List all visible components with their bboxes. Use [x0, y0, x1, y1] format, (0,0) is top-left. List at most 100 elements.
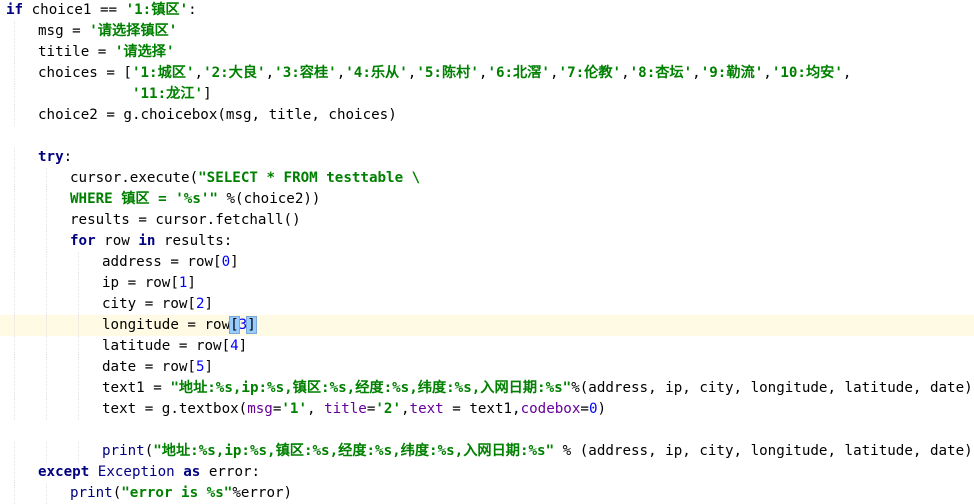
indent-guide — [14, 378, 16, 399]
code-line[interactable]: cursor.execute("SELECT * FROM testtable … — [0, 168, 974, 189]
code-line-content: msg = '请选择镇区' — [38, 21, 177, 42]
code-text: results = cursor.fetchall() — [70, 212, 301, 228]
string-literal: '10:均安' — [771, 65, 843, 81]
code-text: ( — [144, 443, 154, 459]
code-line[interactable]: for row in results: — [0, 231, 974, 252]
string-literal: '请选择镇区' — [89, 23, 178, 39]
code-line[interactable]: msg = '请选择镇区' — [0, 21, 974, 42]
string-literal: '1:城区' — [131, 65, 195, 81]
code-text: text = g.textbox( — [102, 401, 248, 417]
code-line[interactable]: text1 = "地址:%s,ip:%s,镇区:%s,经度:%s,纬度:%s,入… — [0, 378, 974, 399]
code-line-content: try: — [38, 147, 72, 168]
code-text: %error) — [232, 485, 293, 501]
indent-guide — [14, 42, 16, 63]
indent-guide — [14, 210, 16, 231]
code-text: , — [194, 65, 204, 81]
code-line[interactable]: print("地址:%s,ip:%s,镇区:%s,经度:%s,纬度:%s,入网日… — [0, 441, 974, 462]
code-text: ] — [204, 359, 214, 375]
indent-guide — [14, 105, 16, 126]
indent-guide — [78, 252, 80, 273]
code-line-content: if choice1 == '1:镇区': — [6, 0, 197, 21]
code-line[interactable]: choice2 = g.choicebox(msg, title, choice… — [0, 105, 974, 126]
code-line-content: latitude = row[4] — [102, 336, 247, 357]
indent-guide — [78, 315, 80, 336]
indent-guide — [78, 378, 80, 399]
code-line-content: text1 = "地址:%s,ip:%s,镇区:%s,经度:%s,纬度:%s,入… — [102, 378, 973, 399]
code-line[interactable]: ip = row[1] — [0, 273, 974, 294]
indent-guide — [14, 315, 16, 336]
continuation-indent — [38, 86, 132, 102]
code-line[interactable]: titile = '请选择' — [0, 42, 974, 63]
code-line-content: text = g.textbox(msg='1', title='2',text… — [102, 399, 606, 420]
string-literal: '1' — [281, 401, 308, 417]
code-text: , — [549, 65, 559, 81]
code-text: msg = — [38, 23, 90, 39]
code-line-content: results = cursor.fetchall() — [70, 210, 301, 231]
code-text: , — [265, 65, 275, 81]
text-cursor — [255, 316, 257, 332]
code-text: ip = row[ — [102, 275, 179, 291]
code-text: choice2 = g.choicebox(msg, title, choice… — [38, 107, 397, 123]
keyword: except — [38, 464, 90, 480]
code-text: , — [307, 401, 325, 417]
number-literal: 3 — [238, 317, 248, 333]
indent-guide — [14, 168, 16, 189]
code-text: text1 = — [102, 380, 171, 396]
indent-guide — [14, 336, 16, 357]
indent-guide — [14, 273, 16, 294]
code-line[interactable]: city = row[2] — [0, 294, 974, 315]
code-line-content: '11:龙江'] — [38, 84, 212, 105]
indent-guide — [46, 336, 48, 357]
code-editor[interactable]: if choice1 == '1:镇区': msg = '请选择镇区' titile… — [0, 0, 974, 504]
code-text: date = row[ — [102, 359, 196, 375]
string-literal: WHERE 镇区 = '%s'" — [70, 191, 218, 207]
code-line[interactable]: choices = ['1:城区','2:大良','3:容桂','4:乐从','… — [0, 63, 974, 84]
param-name: codebox — [520, 401, 581, 417]
code-text: , — [621, 65, 630, 81]
string-literal: '11:龙江' — [131, 86, 204, 102]
string-literal: '9:勒流' — [700, 65, 764, 81]
code-line-content: titile = '请选择' — [38, 42, 175, 63]
indent-guide — [14, 231, 16, 252]
indent-guide — [14, 21, 16, 42]
string-literal: '2' — [375, 401, 401, 417]
code-line[interactable]: address = row[0] — [0, 252, 974, 273]
indent-guide — [46, 252, 48, 273]
indent-guide — [46, 441, 48, 462]
code-line[interactable]: except Exception as error: — [0, 462, 974, 483]
code-line-content: cursor.execute("SELECT * FROM testtable … — [70, 168, 420, 189]
code-line[interactable]: results = cursor.fetchall() — [0, 210, 974, 231]
code-line[interactable]: try: — [0, 147, 974, 168]
indent-guide — [46, 483, 48, 504]
code-line-content: print("地址:%s,ip:%s,镇区:%s,经度:%s,纬度:%s,入网日… — [102, 441, 974, 462]
matched-bracket: ] — [246, 316, 257, 334]
code-line[interactable]: if choice1 == '1:镇区': — [0, 0, 974, 21]
indent-guide — [46, 210, 48, 231]
keyword: for — [70, 233, 96, 249]
code-line[interactable]: date = row[5] — [0, 357, 974, 378]
string-literal: '6:北滘' — [487, 65, 550, 81]
code-line-content: WHERE 镇区 = '%s'" %(choice2)) — [70, 189, 320, 210]
indent-guide — [14, 294, 16, 315]
indent-guide — [78, 273, 80, 294]
code-line[interactable] — [0, 420, 974, 441]
code-line-content: date = row[5] — [102, 357, 213, 378]
code-line[interactable]: '11:龙江'] — [0, 84, 974, 105]
code-line[interactable]: WHERE 镇区 = '%s'" %(choice2)) — [0, 189, 974, 210]
builtin-name: print — [102, 443, 145, 459]
indent-guide — [46, 294, 48, 315]
code-line[interactable]: latitude = row[4] — [0, 336, 974, 357]
string-literal: '7:伦教' — [558, 65, 622, 81]
code-line[interactable]: text = g.textbox(msg='1', title='2',text… — [0, 399, 974, 420]
code-line[interactable] — [0, 126, 974, 147]
code-line[interactable]: print("error is %s"%error) — [0, 483, 974, 504]
indent-guide — [78, 399, 80, 420]
indent-guide — [14, 357, 16, 378]
indent-guide — [46, 168, 48, 189]
code-text: , — [692, 65, 701, 81]
code-text: ] — [238, 338, 248, 354]
builtin-name: Exception — [89, 464, 184, 480]
code-line-current[interactable]: longitude = row[3] — [0, 315, 974, 336]
number-literal: 4 — [230, 338, 239, 354]
string-literal: '5:陈村' — [416, 65, 479, 81]
